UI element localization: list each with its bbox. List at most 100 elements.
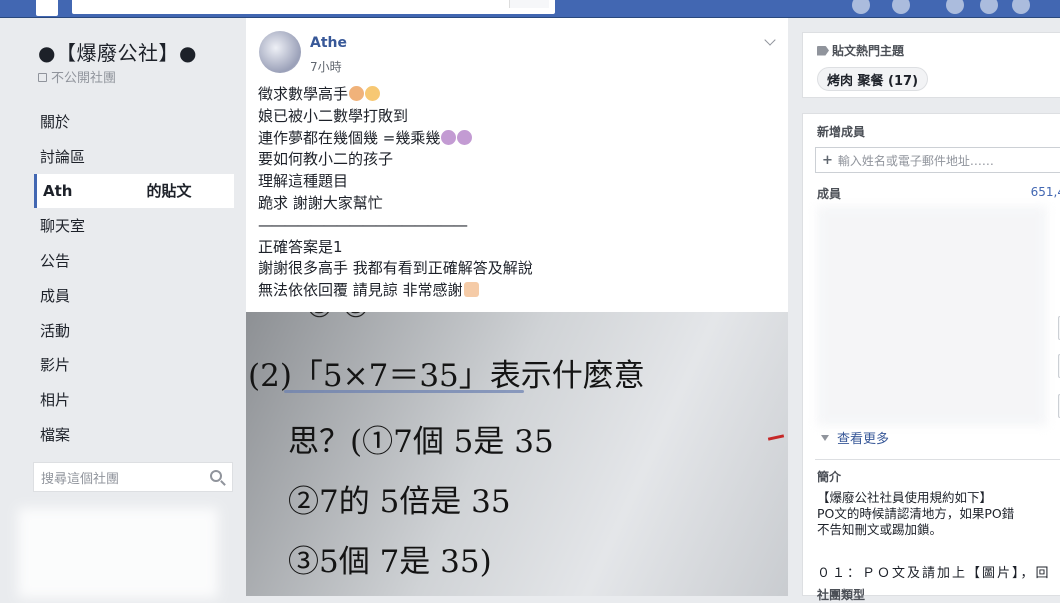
shrug-emoji-icon xyxy=(441,129,457,145)
post-line: 跪求 謝謝大家幫忙 xyxy=(258,193,383,212)
hot-topic-chip[interactable]: 烤肉 聚餐 (17) xyxy=(817,67,929,91)
woman-emoji-icon xyxy=(349,86,365,101)
sidebar-item-label: 成員 xyxy=(40,286,71,305)
group-search-placeholder: 搜尋這個社團 xyxy=(41,471,120,487)
sidebar-item-chat[interactable]: 聊天室 xyxy=(34,208,234,243)
caret-down-icon xyxy=(821,434,829,441)
post-line: 正確答案是1 xyxy=(258,237,343,256)
raising-hand-emoji-icon xyxy=(365,86,381,101)
members-card: 新增成員 + 輸入姓名或電子郵件地址…… 成員 651,4 新 新 新 查看更多… xyxy=(802,113,1060,602)
post-timestamp[interactable]: 7小時 xyxy=(310,58,342,75)
sidebar-item-videos[interactable]: 影片 xyxy=(34,348,234,383)
shrug-emoji-icon xyxy=(457,129,473,145)
group-search-input[interactable]: 搜尋這個社團 xyxy=(33,462,233,492)
post-body: 徵求數學高手 娘已被小二數學打敗到 連作夢都在幾個幾 =幾乘幾 要如何教小二的孩… xyxy=(258,84,533,302)
photo-top-partial: ③ ③ xyxy=(306,312,369,325)
add-member-placeholder: 輸入姓名或電子郵件地址…… xyxy=(837,153,994,168)
sidebar-item-label: 檔案 xyxy=(40,426,71,445)
post-line: 要如何教小二的孩子 xyxy=(258,150,394,169)
search-icon[interactable] xyxy=(210,470,222,482)
chevron-down-icon[interactable] xyxy=(764,34,776,46)
sidebar-item-discussion[interactable]: 討論區 xyxy=(34,139,234,174)
group-privacy: 不公開社團 xyxy=(38,67,116,86)
messenger-icon[interactable] xyxy=(980,0,998,14)
hot-topics-card: 貼文熱門主題 烤肉 聚餐 (17) xyxy=(802,32,1060,98)
post-line: 謝謝很多高手 我都有看到正確解答及解說 xyxy=(258,259,533,278)
post-author[interactable]: Athe xyxy=(310,35,347,51)
post-photo[interactable]: ③ ③ (2)「5×7＝35」表示什麼意 思？(①7個 5是 35 ②7的 5倍… xyxy=(246,312,788,596)
see-more-label: 查看更多 xyxy=(837,432,890,447)
author-avatar[interactable] xyxy=(259,31,301,73)
right-sidebar: 貼文熱門主題 烤肉 聚餐 (17) 新增成員 + 輸入姓名或電子郵件地址…… 成… xyxy=(802,18,1060,602)
sidebar-item-label: 影片 xyxy=(40,356,71,375)
photo-option-line: ③5個 7是 35) xyxy=(288,544,492,580)
hot-topics-title: 貼文熱門主題 xyxy=(817,42,904,59)
post-line-text: 連作夢都在幾個幾 =幾乘幾 xyxy=(258,128,441,147)
sidebar-item-members[interactable]: 成員 xyxy=(34,278,234,313)
post-line: 無法依依回覆 請見諒 非常感謝 xyxy=(258,280,533,302)
sidebar-item-label: 相片 xyxy=(40,391,71,410)
photo-question-line: (2)「5×7＝35」表示什麼意 xyxy=(248,358,645,394)
hot-topics-title-text: 貼文熱門主題 xyxy=(832,44,905,58)
redacted-author xyxy=(349,32,409,52)
sidebar-item-files[interactable]: 檔案 xyxy=(34,417,234,452)
intro-line: PO文的時候請認清地方，如果PO錯 xyxy=(817,506,1015,521)
friend-requests-icon[interactable] xyxy=(946,0,964,14)
notifications-icon[interactable] xyxy=(1012,0,1030,14)
redacted-member-list xyxy=(817,206,1047,426)
redacted-name xyxy=(74,181,145,200)
sidebar-item-label: 公告 xyxy=(40,252,71,271)
sidebar-item-about[interactable]: 關於 xyxy=(34,104,234,139)
redacted-area xyxy=(18,508,218,598)
facebook-logo-icon[interactable] xyxy=(36,0,58,16)
sidebar-item-label-suffix: 的貼文 xyxy=(146,182,192,201)
global-search-input[interactable] xyxy=(72,0,555,14)
members-label: 成員 xyxy=(817,187,842,201)
pen-underline xyxy=(284,390,524,393)
pray-emoji-icon xyxy=(463,282,479,298)
group-type-title: 社團類型 xyxy=(817,588,866,602)
post-line-text: 徵求數學高手 xyxy=(258,85,349,103)
sidebar-item-label: 討論區 xyxy=(40,147,86,166)
plus-icon: + xyxy=(822,152,833,168)
members-count[interactable]: 651,4 xyxy=(1031,185,1060,199)
top-navigation-bar xyxy=(0,0,1060,18)
photo-option-line: ②7的 5倍是 35 xyxy=(288,484,511,520)
photo-option-line: 思？(①7個 5是 35 xyxy=(288,424,554,460)
sidebar-item-label-prefix: Ath xyxy=(43,181,73,200)
post-line: 理解這種題目 xyxy=(258,172,349,191)
group-name[interactable]: ●【爆廢公社】● xyxy=(38,37,197,66)
intro-line: 【爆廢公社社員使用規約如下】 xyxy=(817,490,993,505)
new-members-title: 新增成員 xyxy=(817,125,866,139)
post-line: 徵求數學高手 xyxy=(258,84,533,106)
group-nav: 關於 討論區 Ath 的貼文 聊天室 公告 成員 活動 影片 相片 檔案 xyxy=(34,104,234,452)
post-line: 娘已被小二數學打敗到 xyxy=(258,106,409,125)
red-mark xyxy=(767,434,785,441)
sidebar-item-photos[interactable]: 相片 xyxy=(34,382,234,417)
sidebar-item-label: 關於 xyxy=(40,112,71,131)
members-row: 成員 651,4 xyxy=(817,185,1060,202)
tag-icon xyxy=(817,45,829,56)
post-line: 連作夢都在幾個幾 =幾乘幾 xyxy=(258,128,533,150)
home-icon[interactable] xyxy=(852,0,870,14)
divider xyxy=(815,459,1060,460)
group-privacy-label: 不公開社團 xyxy=(51,71,117,86)
sidebar-item-label: 聊天室 xyxy=(40,217,86,236)
intro-title: 簡介 xyxy=(817,470,842,484)
post-card: Athe 7小時 徵求數學高手 娘已被小二數學打敗到 連作夢都在幾個幾 =幾乘幾… xyxy=(246,18,788,596)
group-sidebar: ●【爆廢公社】● 不公開社團 關於 討論區 Ath 的貼文 聊天室 公告 成員 … xyxy=(0,18,245,598)
sidebar-item-label: 活動 xyxy=(40,321,71,340)
add-member-input[interactable]: + 輸入姓名或電子郵件地址…… xyxy=(815,147,1060,173)
post-separator: ———————————————— xyxy=(258,215,468,234)
intro-text: 【爆廢公社社員使用規約如下】 PO文的時候請認清地方，如果PO錯 不告知刪文或踢… xyxy=(817,490,1014,538)
friends-icon[interactable] xyxy=(892,0,910,14)
intro-line: 不告知刪文或踢加鎖。 xyxy=(817,522,943,537)
sidebar-item-member-posts[interactable]: Ath 的貼文 xyxy=(34,173,234,209)
sidebar-item-announcements[interactable]: 公告 xyxy=(34,243,234,278)
see-more-link[interactable]: 查看更多 xyxy=(821,428,889,447)
intro-rule: ０１：ＰＯ文及請加上【圖片】，回 xyxy=(817,566,1051,581)
global-search-button[interactable] xyxy=(509,0,549,8)
post-line-text: 無法依依回覆 請見諒 非常感謝 xyxy=(258,281,463,300)
lock-icon xyxy=(38,73,47,82)
sidebar-item-events[interactable]: 活動 xyxy=(34,313,234,348)
